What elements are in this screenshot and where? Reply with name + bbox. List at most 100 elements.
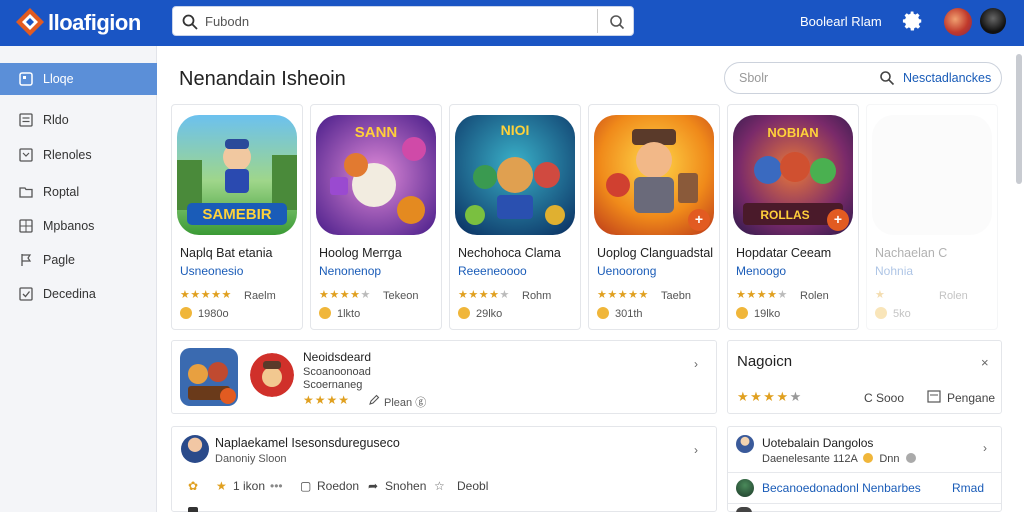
game-card[interactable]: SAMEBIR Naplq Bat etania Usneonesio ★★★★…	[171, 104, 303, 330]
game-title[interactable]: Naplq Bat etania	[180, 246, 272, 260]
review-link[interactable]: Plean ⓖ	[384, 394, 426, 410]
game-title[interactable]: Hoolog Merrga	[319, 246, 402, 260]
profile-avatar[interactable]	[980, 8, 1006, 34]
game-title[interactable]: Nechohoca Clama	[458, 246, 561, 260]
search-button-icon[interactable]	[607, 12, 627, 32]
star-rating: ★★★★★	[319, 289, 371, 301]
filter-button[interactable]: Nesctadlanckes	[903, 71, 991, 85]
featured-title[interactable]: Neoidsdeard	[303, 350, 371, 364]
grid-icon	[19, 219, 33, 233]
featured-game-icon[interactable]	[180, 348, 238, 406]
featured-game-icon[interactable]	[250, 353, 294, 397]
sidebar-item-decedina[interactable]: Decedina	[0, 278, 157, 310]
sidebar-item-roptal[interactable]: Roptal	[0, 176, 157, 208]
add-icon[interactable]: +	[688, 209, 710, 231]
game-developer[interactable]: Uenoorong	[597, 264, 656, 278]
avatar[interactable]	[181, 435, 209, 463]
coin-icon	[319, 307, 331, 319]
download-count: 1980o	[198, 308, 229, 320]
game-thumbnail[interactable]: +	[594, 115, 714, 235]
search-bar[interactable]: Fubodn	[172, 6, 634, 36]
game-thumbnail[interactable]: NIOI	[455, 115, 575, 235]
svg-text:NOBIAN: NOBIAN	[767, 125, 818, 140]
filter-search[interactable]: Sbolr Nesctadlanckes	[724, 62, 1002, 94]
game-thumbnail[interactable]: SAMEBIR	[177, 115, 297, 235]
user-link[interactable]: Becanoedonadonl Nenbarbes	[762, 481, 921, 495]
sidebar-item-mpbanos[interactable]: Mpbanos	[0, 210, 157, 242]
folder-icon	[19, 187, 33, 198]
chevron-right-icon[interactable]: ›	[983, 441, 987, 455]
sidebar-item-rldo[interactable]: Rldo	[0, 104, 157, 136]
app-brand[interactable]: lloafigion	[48, 10, 141, 36]
chevron-right-icon[interactable]: ›	[694, 443, 698, 457]
star-icon[interactable]: ☆	[434, 479, 445, 493]
search-icon[interactable]	[879, 70, 895, 86]
game-developer[interactable]: Nohnia	[875, 264, 913, 278]
sidebar-item-rlenoles[interactable]: Rlenoles	[0, 139, 157, 171]
more-dots[interactable]: •••	[270, 479, 283, 493]
user-panel: Uotebalain Dangolos Daenelesante 112A Dn…	[727, 426, 1002, 512]
rating-option[interactable]: Pengane	[947, 391, 995, 405]
list-icon	[19, 113, 33, 127]
sidebar-item-label: Rlenoles	[43, 148, 92, 162]
game-card[interactable]: NIOI Nechohoca Clama Reeeneoooo ★★★★★ Ro…	[449, 104, 581, 330]
game-card[interactable]: + Uoplog Clanguadstal Uenoorong ★★★★★ Ta…	[588, 104, 720, 330]
coin-icon	[875, 307, 887, 319]
user-title[interactable]: Uotebalain Dangolos	[762, 436, 873, 450]
svg-text:ROLLAS: ROLLAS	[760, 208, 809, 222]
rating-option[interactable]: C Sooo	[864, 391, 904, 405]
chat-icon[interactable]: ▢	[300, 479, 311, 493]
filter-input[interactable]: Sbolr	[739, 71, 768, 85]
header-link[interactable]: Boolearl Rlam	[800, 14, 882, 29]
add-icon[interactable]: +	[827, 209, 849, 231]
search-divider	[597, 9, 598, 33]
game-card[interactable]: NOBIAN ROLLAS + Hopdatar Ceeam Menoogo ★…	[727, 104, 859, 330]
game-title[interactable]: Uoplog Clanguadstal	[597, 246, 713, 260]
game-thumbnail[interactable]	[872, 115, 992, 235]
star-rating: ★★★★★	[180, 289, 232, 301]
post-title[interactable]: Naplaekamel Isesonsdureguseco	[215, 436, 400, 450]
sidebar-item-label: Mpbanos	[43, 219, 95, 233]
chevron-right-icon[interactable]: ›	[694, 357, 698, 371]
share-icon[interactable]: ➦	[368, 479, 378, 493]
sidebar-item-label: Rldo	[43, 113, 69, 127]
app-logo-icon[interactable]	[14, 6, 46, 38]
game-developer[interactable]: Usneonesio	[180, 264, 243, 278]
sidebar-item-pagle[interactable]: Pagle	[0, 244, 157, 276]
action-save[interactable]: Deobl	[457, 479, 488, 493]
gear-icon[interactable]	[902, 10, 924, 32]
rating-panel: Nagoicn × ★★★★★ C Sooo Pengane	[727, 340, 1002, 414]
game-developer[interactable]: Menoogo	[736, 264, 786, 278]
search-input[interactable]: Fubodn	[205, 14, 249, 29]
pencil-icon[interactable]	[368, 394, 380, 406]
sidebar-item-label: Decedina	[43, 287, 96, 301]
post-meta: 1 ikon	[233, 479, 266, 493]
game-card[interactable]: SANN Hoolog Merrga Nenonenop ★★★★★ Tekeo…	[310, 104, 442, 330]
svg-text:SANN: SANN	[355, 124, 398, 141]
avatar[interactable]	[188, 507, 198, 512]
game-developer[interactable]: Reeeneoooo	[458, 264, 527, 278]
svg-text:SAMEBIR: SAMEBIR	[202, 206, 271, 223]
avatar[interactable]	[736, 479, 754, 497]
game-card[interactable]: Nachaelan C Nohnia ★ Rolen 5ko	[866, 104, 998, 330]
post-subtitle: Danoniy Sloon	[215, 453, 287, 465]
action-reply[interactable]: Roedon	[317, 479, 359, 493]
action-share[interactable]: Snohen	[385, 479, 426, 493]
sidebar-item-home[interactable]: Lloqe	[0, 63, 157, 95]
game-title[interactable]: Nachaelan C	[875, 246, 947, 260]
game-thumbnail[interactable]: SANN	[316, 115, 436, 235]
close-icon[interactable]: ×	[981, 355, 989, 370]
user-avatar[interactable]	[944, 8, 972, 36]
read-link[interactable]: Rmad	[952, 481, 984, 495]
featured-meta: Scoernaneg	[303, 379, 363, 391]
avatar[interactable]	[736, 435, 754, 453]
like-icon[interactable]: ✿	[188, 479, 198, 493]
game-thumbnail[interactable]: NOBIAN ROLLAS +	[733, 115, 853, 235]
game-title[interactable]: Hopdatar Ceeam	[736, 246, 831, 260]
star-rating[interactable]: ★★★★★	[737, 389, 803, 405]
avatar[interactable]	[736, 507, 752, 512]
rating-label: Taebn	[661, 290, 691, 302]
sidebar: Lloqe Rldo Rlenoles Roptal Mpbanos Pagle…	[0, 46, 157, 512]
scrollbar[interactable]	[1016, 54, 1022, 184]
game-developer[interactable]: Nenonenop	[319, 264, 381, 278]
